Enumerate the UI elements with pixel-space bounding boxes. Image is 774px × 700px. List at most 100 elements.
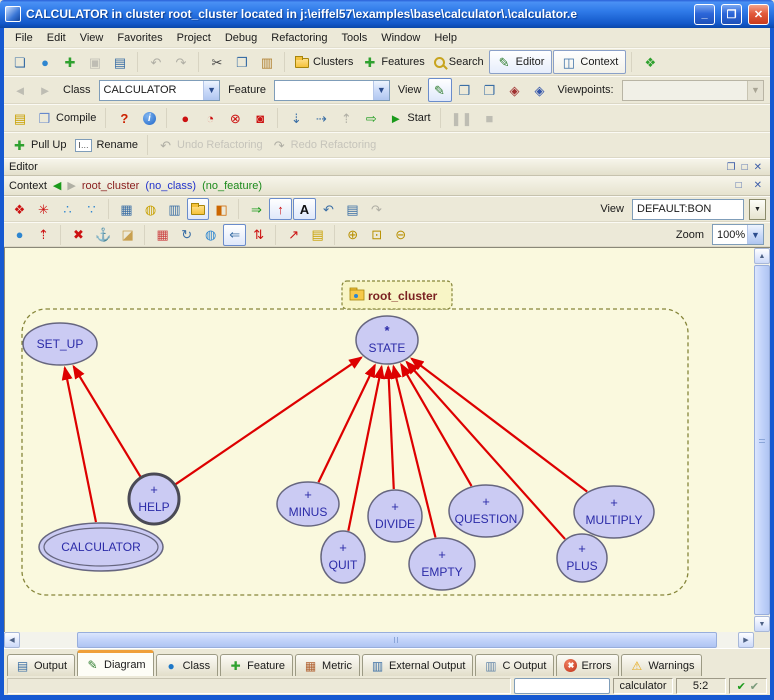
- zoom-in-button[interactable]: ⊕: [341, 224, 364, 246]
- sort-links-button[interactable]: ⇅: [247, 224, 270, 246]
- menu-file[interactable]: File: [8, 30, 40, 46]
- rotate-button[interactable]: ↻: [175, 224, 198, 246]
- step-over-button[interactable]: ⇢: [309, 106, 333, 130]
- context-back-icon[interactable]: ◀: [53, 179, 61, 192]
- put-class-button[interactable]: ⇒: [245, 198, 268, 220]
- tab-metric[interactable]: ▦Metric: [295, 654, 360, 676]
- run-ignoring-breakpoints-button[interactable]: ⇨: [359, 106, 383, 130]
- class-view-button[interactable]: ◧: [210, 198, 233, 220]
- inheritance-links-button[interactable]: ❖: [8, 198, 31, 220]
- tab-diagram[interactable]: ✎Diagram: [77, 650, 154, 676]
- close-button[interactable]: ✕: [748, 4, 769, 25]
- open-in-new-editor-button[interactable]: ●: [33, 50, 57, 74]
- quality-button[interactable]: ◍: [199, 224, 222, 246]
- context-close-icon[interactable]: ✕: [751, 180, 765, 191]
- inheritance-link-DIVIDE-STATE[interactable]: [388, 367, 394, 489]
- scroll-right-icon[interactable]: ▶: [738, 632, 754, 648]
- debug-attach-button[interactable]: ◔: [198, 106, 222, 130]
- class-node-DIVIDE[interactable]: +DIVIDE: [368, 490, 422, 542]
- feature-combo-arrow-icon[interactable]: ▼: [373, 81, 389, 100]
- zoom-combo[interactable]: 100%▼: [712, 224, 764, 245]
- menu-window[interactable]: Window: [374, 30, 427, 46]
- collapse-links-button[interactable]: ∵: [80, 198, 103, 220]
- class-node-SET_UP[interactable]: SET_UP: [23, 323, 97, 365]
- save-all-button[interactable]: ▤: [108, 50, 132, 74]
- debug-clear-button[interactable]: ⊗: [223, 106, 247, 130]
- tab-class[interactable]: ●Class: [156, 654, 219, 676]
- view-contract-button[interactable]: ◈: [503, 78, 527, 102]
- scroll-up-icon[interactable]: ▲: [754, 248, 770, 264]
- panel-float-icon[interactable]: ❐: [724, 162, 739, 173]
- delete-tool-button[interactable]: ✖: [67, 224, 90, 246]
- title-bar[interactable]: CALCULATOR in cluster root_cluster locat…: [0, 0, 774, 28]
- menu-edit[interactable]: Edit: [40, 30, 73, 46]
- diagram-notes-button[interactable]: ▤: [306, 224, 329, 246]
- menu-debug[interactable]: Debug: [218, 30, 264, 46]
- cut-button[interactable]: ✂: [205, 50, 229, 74]
- bon-diagram[interactable]: root_clusterSET_UP*STATE+HELPCALCULATOR+…: [5, 248, 754, 632]
- anchor-tool-button[interactable]: ↗: [282, 224, 305, 246]
- diagram-view-combo[interactable]: DEFAULT:BON: [632, 199, 744, 220]
- export-png-button[interactable]: ▦: [115, 198, 138, 220]
- horizontal-scroll-thumb[interactable]: [77, 632, 717, 648]
- zoom-combo-arrow-icon[interactable]: ▼: [747, 225, 763, 244]
- minimize-button[interactable]: _: [694, 4, 715, 25]
- clusters-button[interactable]: Clusters: [291, 50, 357, 74]
- toggle-labels-button[interactable]: A: [293, 198, 316, 220]
- pull-up-button[interactable]: ✚Pull Up: [8, 134, 70, 156]
- context-cluster-crumb[interactable]: root_cluster: [82, 180, 139, 192]
- compile-button[interactable]: ❒Compile: [33, 106, 100, 130]
- menu-help[interactable]: Help: [427, 30, 464, 46]
- create-inheritance-tool-button[interactable]: ⇡: [32, 224, 55, 246]
- editor-toggle-button[interactable]: ✎Editor: [489, 50, 553, 74]
- context-maximize-icon[interactable]: □: [733, 180, 745, 191]
- class-node-QUIT[interactable]: +QUIT: [321, 531, 365, 583]
- inheritance-link-HELP-STATE[interactable]: [175, 358, 361, 485]
- start-button[interactable]: ►Start: [384, 106, 434, 130]
- new-development-window-button[interactable]: ❖: [638, 50, 662, 74]
- class-node-MULTIPLY[interactable]: +MULTIPLY: [574, 486, 654, 538]
- tab-warnings[interactable]: ⚠Warnings: [621, 654, 702, 676]
- project-settings-button[interactable]: ▤: [8, 106, 32, 130]
- class-node-CALCULATOR[interactable]: CALCULATOR: [39, 523, 163, 571]
- maximize-button[interactable]: ❐: [721, 4, 742, 25]
- new-class-button[interactable]: ✚: [58, 50, 82, 74]
- context-feature-crumb[interactable]: (no_feature): [202, 180, 262, 192]
- horizontal-scrollbar[interactable]: ◀ ▶: [4, 632, 754, 648]
- viewpoints-combo[interactable]: ▼: [622, 80, 764, 101]
- client-links-button[interactable]: ✳: [32, 198, 55, 220]
- view-clickable-button[interactable]: ❒: [453, 78, 477, 102]
- feature-combo[interactable]: ▼: [274, 80, 390, 101]
- class-node-MINUS[interactable]: +MINUS: [277, 482, 339, 526]
- export-emf-button[interactable]: ◍: [139, 198, 162, 220]
- menu-favorites[interactable]: Favorites: [110, 30, 169, 46]
- step-into-button[interactable]: ⇣: [284, 106, 308, 130]
- debug-window-button[interactable]: ◙: [248, 106, 272, 130]
- status-input-field[interactable]: [514, 678, 610, 694]
- features-button[interactable]: ✚Features: [358, 50, 428, 74]
- class-node-PLUS[interactable]: +PLUS: [557, 534, 607, 582]
- compile-query-button[interactable]: ?: [112, 106, 136, 130]
- new-document-button[interactable]: ❏: [8, 50, 32, 74]
- scroll-left-icon[interactable]: ◀: [4, 632, 20, 648]
- expand-links-button[interactable]: ∴: [56, 198, 79, 220]
- menu-project[interactable]: Project: [170, 30, 218, 46]
- inheritance-link-QUESTION-STATE[interactable]: [401, 364, 471, 486]
- menu-tools[interactable]: Tools: [335, 30, 375, 46]
- tab-errors[interactable]: ✖Errors: [556, 654, 619, 676]
- remove-anchor-button[interactable]: ⚓: [91, 224, 115, 246]
- paste-button[interactable]: ▥: [255, 50, 279, 74]
- panel-maximize-icon[interactable]: □: [739, 162, 751, 173]
- scroll-down-icon[interactable]: ▼: [754, 616, 770, 632]
- zoom-out-button[interactable]: ⊖: [389, 224, 412, 246]
- inheritance-link-CALCULATOR-SET_UP[interactable]: [65, 368, 96, 522]
- uml-view-button[interactable]: ▥: [163, 198, 186, 220]
- inheritance-link-MULTIPLY-STATE[interactable]: [412, 359, 588, 492]
- copy-button[interactable]: ❐: [230, 50, 254, 74]
- view-flat-button[interactable]: ❐: [478, 78, 502, 102]
- create-class-tool-button[interactable]: ●: [8, 224, 31, 246]
- class-combo-arrow-icon[interactable]: ▼: [203, 81, 219, 100]
- view-interface-button[interactable]: ◈: [528, 78, 552, 102]
- diagram-view-drop[interactable]: ▼: [749, 199, 766, 220]
- cluster-view-button[interactable]: [187, 198, 209, 220]
